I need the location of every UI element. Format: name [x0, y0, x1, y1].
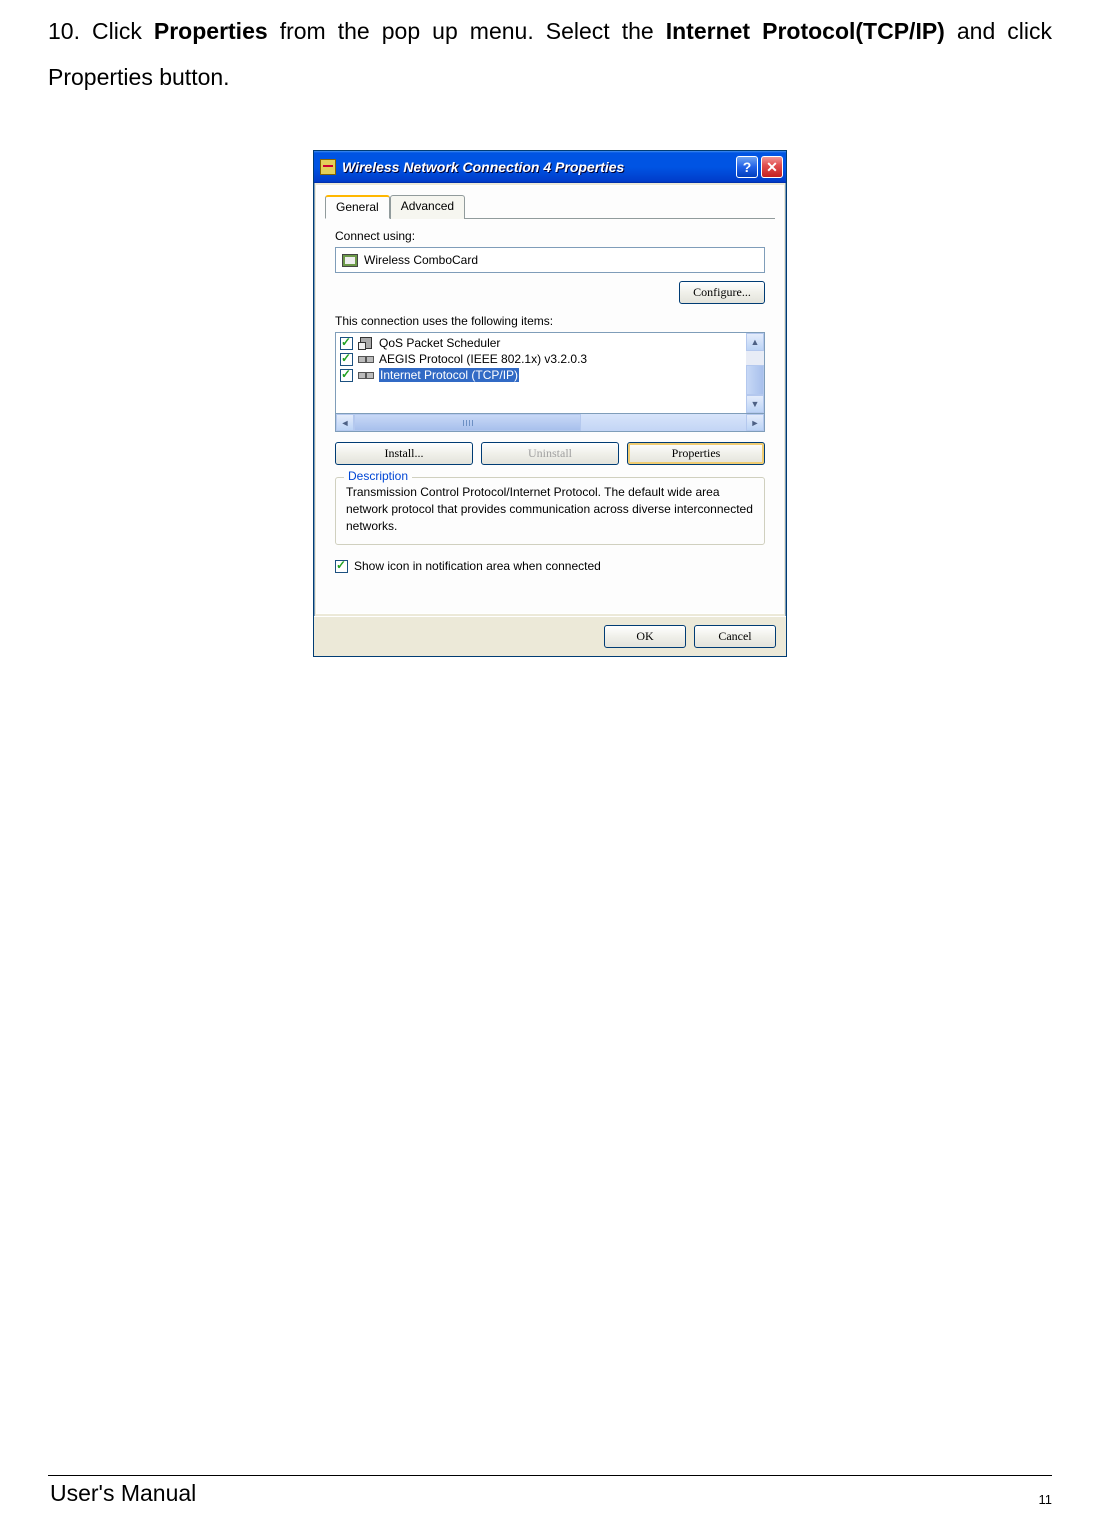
- show-icon-checkbox[interactable]: ✓: [335, 560, 348, 573]
- qos-icon: [358, 336, 374, 350]
- page-footer: User's Manual 11: [48, 1475, 1052, 1507]
- connect-using-label: Connect using:: [335, 229, 765, 243]
- tab-advanced[interactable]: Advanced: [390, 195, 465, 219]
- adapter-name: Wireless ComboCard: [364, 253, 478, 267]
- instr-mid: from the pop up menu. Select the: [268, 18, 666, 44]
- list-item-label: QoS Packet Scheduler: [379, 336, 500, 350]
- uninstall-button-label: Uninstall: [528, 446, 572, 460]
- uninstall-button: Uninstall: [481, 442, 619, 465]
- list-item-label: Internet Protocol (TCP/IP): [379, 368, 519, 382]
- adapter-icon: [342, 254, 358, 267]
- tab-general[interactable]: General: [325, 195, 390, 219]
- tab-general-label: General: [336, 200, 379, 214]
- configure-button-label: Configure...: [693, 285, 751, 299]
- h-scroll-thumb[interactable]: [354, 414, 581, 431]
- adapter-field: Wireless ComboCard: [335, 247, 765, 273]
- instr-bold1: Properties: [154, 18, 268, 44]
- instr-bold2: Internet Protocol(TCP/IP): [666, 18, 945, 44]
- configure-button[interactable]: Configure...: [679, 281, 765, 304]
- help-icon: ?: [743, 159, 752, 175]
- install-button[interactable]: Install...: [335, 442, 473, 465]
- checkbox-aegis[interactable]: [340, 353, 353, 366]
- list-item-aegis[interactable]: AEGIS Protocol (IEEE 802.1x) v3.2.0.3: [338, 351, 744, 367]
- cancel-button-label: Cancel: [718, 629, 751, 643]
- ok-button[interactable]: OK: [604, 625, 686, 648]
- scroll-thumb[interactable]: [746, 365, 764, 395]
- instruction-paragraph: 10. Click Properties from the pop up men…: [48, 0, 1052, 100]
- dialog-footer: OK Cancel: [314, 616, 786, 656]
- description-text: Transmission Control Protocol/Internet P…: [346, 484, 754, 534]
- scroll-track[interactable]: [746, 351, 764, 365]
- dialog-title: Wireless Network Connection 4 Properties: [342, 159, 733, 175]
- app-icon: [320, 159, 336, 175]
- connection-items-list[interactable]: QoS Packet Scheduler AEGIS Protocol (IEE…: [335, 332, 765, 414]
- vertical-scrollbar[interactable]: ▲ ▼: [746, 333, 764, 413]
- install-button-label: Install...: [385, 446, 424, 460]
- scroll-left-button[interactable]: ◄: [336, 414, 354, 431]
- grip-icon: [463, 420, 473, 426]
- properties-button-label: Properties: [672, 446, 721, 460]
- show-icon-label: Show icon in notification area when conn…: [354, 559, 601, 573]
- tab-advanced-label: Advanced: [401, 199, 454, 213]
- protocol-icon: [358, 368, 374, 382]
- connection-items-label: This connection uses the following items…: [335, 314, 765, 328]
- check-icon: ✓: [336, 558, 346, 572]
- ok-button-label: OK: [636, 629, 653, 643]
- protocol-icon: [358, 352, 374, 366]
- close-icon: ✕: [766, 159, 778, 176]
- list-item-tcpip[interactable]: Internet Protocol (TCP/IP): [338, 367, 744, 383]
- list-item-label: AEGIS Protocol (IEEE 802.1x) v3.2.0.3: [379, 352, 587, 366]
- properties-dialog: Wireless Network Connection 4 Properties…: [313, 150, 787, 657]
- dialog-titlebar[interactable]: Wireless Network Connection 4 Properties…: [314, 151, 786, 183]
- checkbox-qos[interactable]: [340, 337, 353, 350]
- cancel-button[interactable]: Cancel: [694, 625, 776, 648]
- titlebar-help-button[interactable]: ?: [736, 156, 758, 178]
- description-group: Description Transmission Control Protoco…: [335, 477, 765, 545]
- titlebar-close-button[interactable]: ✕: [761, 156, 783, 178]
- checkbox-tcpip[interactable]: [340, 369, 353, 382]
- scroll-right-button[interactable]: ►: [746, 414, 764, 431]
- instr-prefix: 10. Click: [48, 18, 154, 44]
- list-item-qos[interactable]: QoS Packet Scheduler: [338, 335, 744, 351]
- scroll-down-button[interactable]: ▼: [746, 395, 764, 413]
- properties-button[interactable]: Properties: [627, 442, 765, 465]
- description-legend: Description: [344, 469, 412, 483]
- footer-page-number: 11: [1039, 1492, 1053, 1507]
- h-scroll-track[interactable]: [354, 414, 746, 431]
- tab-strip: General Advanced: [325, 194, 775, 219]
- scroll-up-button[interactable]: ▲: [746, 333, 764, 351]
- horizontal-scrollbar[interactable]: ◄ ►: [335, 414, 765, 432]
- footer-doc-title: User's Manual: [48, 1480, 196, 1507]
